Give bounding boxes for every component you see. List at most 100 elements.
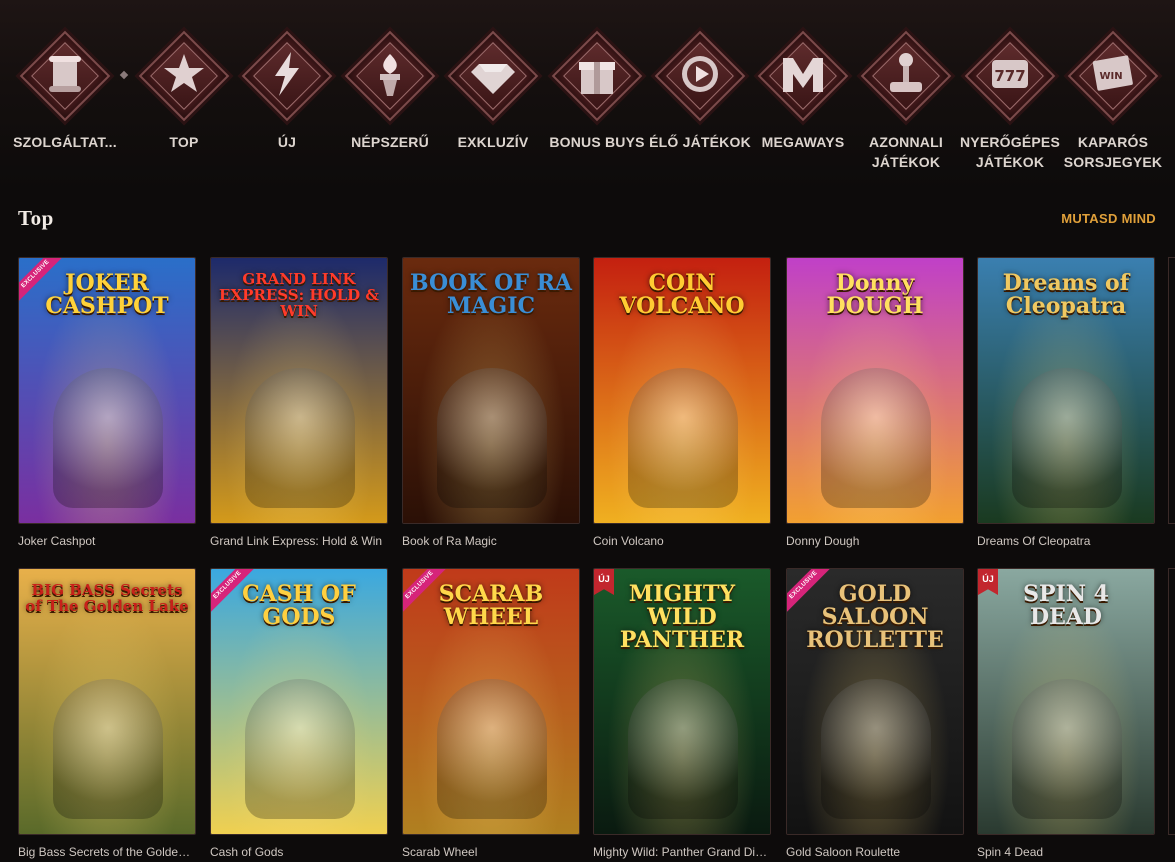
game-character-art (53, 679, 163, 819)
game-tile-partial[interactable] (1168, 568, 1175, 835)
game-tile[interactable]: COIN VOLCANO Coin Volcano (593, 257, 771, 548)
game-name[interactable]: Scarab Wheel (402, 845, 580, 859)
category-item[interactable]: AZONNALI JÁTÉKOK (851, 30, 961, 172)
category-label: NÉPSZERŰ (351, 134, 429, 150)
game-thumbnail[interactable]: Dreams of Cleopatra (977, 257, 1155, 524)
game-name[interactable]: Cash of Gods (210, 845, 388, 859)
game-tile[interactable]: JOKER CASHPOT EXCLUSIVE Joker Cashpot (18, 257, 196, 548)
torch-icon (380, 54, 400, 96)
megaways-m-icon (783, 58, 823, 92)
game-art-title: BIG BASS Secrets of The Golden Lake (25, 581, 189, 615)
category-label: KAPARÓS SORSJEGYEK (1063, 134, 1163, 170)
game-name[interactable]: Dreams Of Cleopatra (977, 534, 1155, 548)
game-thumbnail[interactable]: SCARAB WHEEL EXCLUSIVE (402, 568, 580, 835)
game-name[interactable]: Mighty Wild: Panther Grand Dia... (593, 845, 771, 859)
game-art-title: MIGHTY WILD PANTHER (619, 581, 745, 654)
game-character-art (1012, 368, 1122, 508)
game-character-art (437, 679, 547, 819)
game-character-art (1012, 679, 1122, 819)
category-label: SZOLGÁLTAT... (13, 134, 117, 150)
game-tile[interactable]: GRAND LINK EXPRESS: HOLD & WIN Grand Link… (210, 257, 388, 548)
game-thumbnail[interactable]: CASH OF GODS EXCLUSIVE (210, 568, 388, 835)
game-tile[interactable]: SPIN 4 DEAD ÚJ Spin 4 Dead (977, 568, 1155, 859)
category-label: TOP (169, 134, 199, 150)
game-name[interactable]: Gold Saloon Roulette (786, 845, 964, 859)
game-tile[interactable]: SCARAB WHEEL EXCLUSIVE Scarab Wheel (402, 568, 580, 859)
game-art-title: JOKER CASHPOT (45, 270, 169, 320)
game-tile[interactable]: BOOK OF RA MAGIC Book of Ra Magic (402, 257, 580, 548)
scroll-icon (49, 56, 81, 92)
svg-text:WIN: WIN (1099, 71, 1122, 82)
game-name[interactable]: Grand Link Express: Hold & Win (210, 534, 388, 548)
category-label: ÚJ (277, 134, 297, 150)
game-art-title: SCARAB WHEEL (438, 581, 544, 631)
gift-icon (579, 62, 615, 94)
category-item[interactable]: MEGAWAYS (748, 30, 858, 152)
category-item[interactable]: ÚJ (232, 30, 342, 152)
game-thumbnail[interactable]: BOOK OF RA MAGIC (402, 257, 580, 524)
nav-separator-dot (119, 70, 129, 80)
game-thumbnail[interactable]: Donny DOUGH (786, 257, 964, 524)
game-art-title: Dreams of Cleopatra (1002, 270, 1130, 320)
game-character-art (53, 368, 163, 508)
category-item[interactable]: BONUS BUYS (542, 30, 652, 152)
star-icon (164, 54, 204, 92)
game-name[interactable]: Big Bass Secrets of the Golden L... (18, 845, 196, 859)
game-thumbnail[interactable]: BIG BASS Secrets of The Golden Lake (18, 568, 196, 835)
lightning-icon (275, 52, 299, 96)
game-thumbnail[interactable]: COIN VOLCANO (593, 257, 771, 524)
scratch-card-icon: WIN (1092, 55, 1133, 91)
category-item[interactable]: WIN KAPARÓS SORSJEGYEK (1058, 30, 1168, 172)
show-all-link[interactable]: MUTASD MIND (1061, 211, 1156, 226)
game-tile[interactable]: Dreams of Cleopatra Dreams Of Cleopatra (977, 257, 1155, 548)
category-label: EXKLUZÍV (457, 134, 529, 150)
game-character-art (437, 368, 547, 508)
category-label: BONUS BUYS (549, 134, 645, 150)
diamond-icon (471, 64, 515, 94)
game-character-art (245, 679, 355, 819)
game-tile[interactable]: GOLD SALOON ROULETTE EXCLUSIVE Gold Saloon… (786, 568, 964, 859)
game-tile[interactable]: Donny DOUGH Donny Dough (786, 257, 964, 548)
game-art-title: GOLD SALOON ROULETTE (806, 581, 944, 654)
category-label: AZONNALI JÁTÉKOK (869, 134, 943, 170)
game-character-art (821, 679, 931, 819)
game-art-title: CASH OF GODS (242, 581, 356, 631)
game-art-title: Donny DOUGH (826, 270, 924, 320)
game-name[interactable]: Joker Cashpot (18, 534, 196, 548)
game-tile[interactable]: BIG BASS Secrets of The Golden Lake Big B… (18, 568, 196, 859)
category-item[interactable]: NÉPSZERŰ (335, 30, 445, 152)
joystick-icon (890, 53, 922, 92)
category-item[interactable]: SZOLGÁLTAT... (10, 30, 120, 152)
game-tile[interactable]: CASH OF GODS EXCLUSIVE Cash of Gods (210, 568, 388, 859)
game-character-art (628, 368, 738, 508)
category-item[interactable]: TOP (129, 30, 239, 152)
play-icon (682, 56, 718, 92)
game-character-art (245, 368, 355, 508)
game-tile[interactable]: MIGHTY WILD PANTHER ÚJ Mighty Wild: Panthe… (593, 568, 771, 859)
game-thumbnail[interactable]: GRAND LINK EXPRESS: HOLD & WIN (210, 257, 388, 524)
game-name[interactable]: Spin 4 Dead (977, 845, 1155, 859)
category-label: ÉLŐ JÁTÉKOK (649, 134, 751, 150)
game-thumbnail[interactable]: JOKER CASHPOT EXCLUSIVE (18, 257, 196, 524)
game-name[interactable]: Book of Ra Magic (402, 534, 580, 548)
game-thumbnail[interactable]: SPIN 4 DEAD ÚJ (977, 568, 1155, 835)
category-label: MEGAWAYS (761, 134, 845, 150)
category-item[interactable]: ÉLŐ JÁTÉKOK (645, 30, 755, 152)
game-thumbnail[interactable]: MIGHTY WILD PANTHER ÚJ (593, 568, 771, 835)
game-art-title: GRAND LINK EXPRESS: HOLD & WIN (219, 270, 379, 320)
category-nav: SZOLGÁLTAT... TOP ÚJ NÉPSZERŰ EXKLUZÍV BONUS … (0, 30, 1175, 180)
game-name[interactable]: Donny Dough (786, 534, 964, 548)
game-tile-partial[interactable] (1168, 257, 1175, 524)
game-name[interactable]: Coin Volcano (593, 534, 771, 548)
category-item[interactable]: EXKLUZÍV (438, 30, 548, 152)
category-label: NYERŐGÉPES JÁTÉKOK (959, 134, 1061, 170)
category-item[interactable]: 777 NYERŐGÉPES JÁTÉKOK (955, 30, 1065, 172)
game-thumbnail[interactable]: GOLD SALOON ROULETTE EXCLUSIVE (786, 568, 964, 835)
game-art-title: BOOK OF RA MAGIC (410, 270, 572, 320)
svg-text:777: 777 (994, 67, 1025, 85)
game-art-title: COIN VOLCANO (619, 270, 745, 320)
game-character-art (628, 679, 738, 819)
game-art-title: SPIN 4 DEAD (1023, 581, 1109, 631)
slot-777-icon: 777 (992, 60, 1028, 88)
game-character-art (821, 368, 931, 508)
